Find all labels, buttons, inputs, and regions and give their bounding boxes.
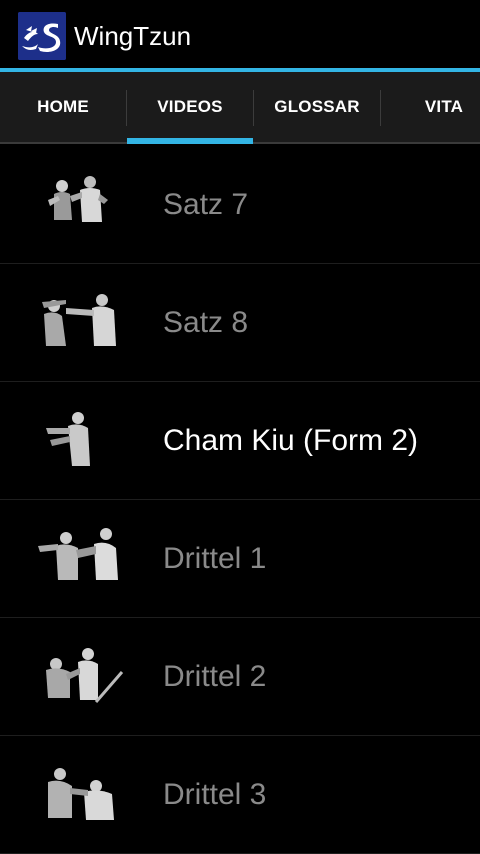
tab-glossar[interactable]: GLOSSAR	[254, 72, 380, 142]
tab-videos-label: VIDEOS	[157, 97, 223, 116]
video-list-item[interactable]: Cham Kiu (Form 2)	[0, 382, 480, 500]
video-title: Cham Kiu (Form 2)	[163, 424, 419, 457]
video-list-item[interactable]: Satz 7	[0, 146, 480, 264]
tab-vita[interactable]: VITA	[381, 72, 480, 142]
video-title: Drittel 3	[163, 778, 267, 811]
video-list-item[interactable]: Satz 8	[0, 264, 480, 382]
tab-videos[interactable]: VIDEOS	[127, 72, 253, 144]
tab-selected-indicator	[127, 138, 253, 144]
tab-glossar-label: GLOSSAR	[274, 97, 360, 116]
fighters-thumbnail-icon	[36, 524, 126, 594]
video-title: Drittel 2	[163, 660, 267, 693]
video-list-item[interactable]: Drittel 3	[0, 736, 480, 854]
tab-bar: HOME VIDEOS GLOSSAR VITA	[0, 72, 480, 144]
fighter-thumbnail-icon	[36, 406, 126, 476]
tab-home-label: HOME	[37, 97, 89, 116]
app-title: WingTzun	[74, 21, 192, 51]
fighters-thumbnail-icon	[36, 288, 126, 358]
fighters-thumbnail-icon	[36, 170, 126, 240]
video-title: Satz 7	[163, 188, 249, 221]
video-list-item[interactable]: Drittel 2	[0, 618, 480, 736]
fighters-thumbnail-icon	[36, 760, 126, 830]
fighters-stick-thumbnail-icon	[36, 642, 126, 712]
video-list-item[interactable]: Drittel 1	[0, 500, 480, 618]
video-title: Drittel 1	[163, 542, 267, 575]
video-title: Satz 8	[163, 306, 249, 339]
video-list: Satz 7 Satz 8 Cham Kiu (Form 2) Drittel …	[0, 146, 480, 854]
tab-home[interactable]: HOME	[0, 72, 126, 142]
app-logo-icon[interactable]	[18, 12, 66, 60]
tab-vita-label: VITA	[424, 97, 464, 116]
action-bar: WingTzun	[0, 0, 480, 72]
